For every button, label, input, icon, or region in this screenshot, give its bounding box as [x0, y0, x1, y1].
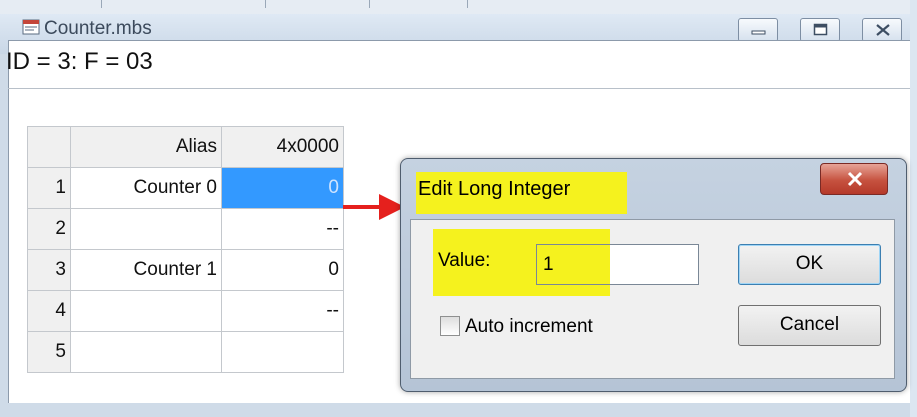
alias-cell[interactable] [70, 331, 222, 373]
column-divider [467, 0, 468, 8]
alias-cell[interactable] [70, 208, 222, 250]
alias-cell[interactable] [70, 290, 222, 332]
alias-cell[interactable]: Counter 1 [70, 249, 222, 291]
app-icon [22, 19, 40, 35]
auto-increment-label[interactable]: Auto increment [465, 316, 593, 338]
column-divider [369, 0, 370, 8]
minimize-button[interactable] [738, 18, 778, 42]
row-header[interactable]: 5 [27, 331, 71, 373]
value-input[interactable] [536, 244, 699, 285]
dialog-title: Edit Long Integer [418, 178, 571, 200]
annotation-arrow-icon [343, 194, 405, 220]
value-cell[interactable]: 0 [221, 249, 344, 291]
column-header-register[interactable]: 4x0000 [221, 126, 344, 168]
row-header[interactable]: 1 [27, 167, 71, 209]
auto-increment-checkbox[interactable] [440, 316, 460, 336]
edit-long-integer-dialog: Edit Long Integer Value: OK Cancel Auto … [400, 158, 907, 392]
grid-corner[interactable] [27, 126, 71, 168]
close-icon [847, 171, 863, 187]
mdi-frame-strip [0, 0, 917, 14]
column-header-alias[interactable]: Alias [70, 126, 222, 168]
close-icon [876, 24, 890, 36]
dialog-body: Value: OK Cancel Auto increment [410, 219, 895, 379]
minimize-icon [751, 30, 766, 35]
row-header[interactable]: 3 [27, 249, 71, 291]
cancel-button[interactable]: Cancel [738, 305, 881, 346]
value-cell[interactable] [221, 331, 344, 373]
maximize-icon [813, 23, 828, 36]
close-button[interactable] [862, 18, 902, 42]
value-cell-selected[interactable]: 0 [221, 167, 344, 209]
value-label: Value: [438, 250, 491, 271]
maximize-button[interactable] [800, 18, 840, 42]
alias-cell[interactable]: Counter 0 [70, 167, 222, 209]
mdi-frame-edge [910, 0, 917, 417]
column-divider [265, 0, 266, 8]
value-cell[interactable]: -- [221, 290, 344, 332]
register-grid: Alias 4x0000 1 Counter 0 0 2 -- 3 Counte… [27, 126, 344, 373]
row-header[interactable]: 4 [27, 290, 71, 332]
dialog-close-button[interactable] [820, 163, 888, 195]
ok-button[interactable]: OK [738, 244, 881, 285]
device-id-line: ID = 3: F = 03 [6, 48, 153, 75]
value-cell[interactable]: -- [221, 208, 344, 250]
column-divider [101, 0, 102, 8]
row-header[interactable]: 2 [27, 208, 71, 250]
window-title: Counter.mbs [44, 18, 152, 39]
separator [8, 88, 910, 89]
